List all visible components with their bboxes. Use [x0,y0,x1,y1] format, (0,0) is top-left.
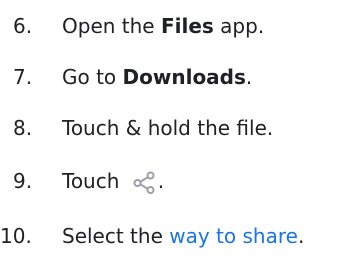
share-icon [132,168,158,194]
step-text: Touch . [62,168,164,194]
step-text-post: app. [213,14,265,38]
step-text-post: . [245,65,253,89]
step-number: 7. [13,65,33,89]
step-text: Touch & hold the file. [62,116,274,140]
files-app-name: Files [160,14,214,38]
step-text-post: . [157,169,165,193]
step-number: 9. [13,169,33,193]
step-text: Open the Files app. [62,14,264,38]
step-number: 8. [13,116,33,140]
step-text: Select the way to share . [62,224,304,248]
way-to-share-link[interactable]: way to share [169,224,298,248]
step-text-pre: Go to [62,65,123,89]
step-text-pre: Select the [62,224,170,248]
step-text-post: . [297,224,305,248]
step-number: 10. [0,224,32,248]
step-number: 6. [13,14,33,38]
step-text-pre: Touch [62,169,126,193]
step-text: Go to Downloads . [62,65,252,89]
downloads-label: Downloads [122,65,246,89]
step-text-pre: Open the [62,14,161,38]
